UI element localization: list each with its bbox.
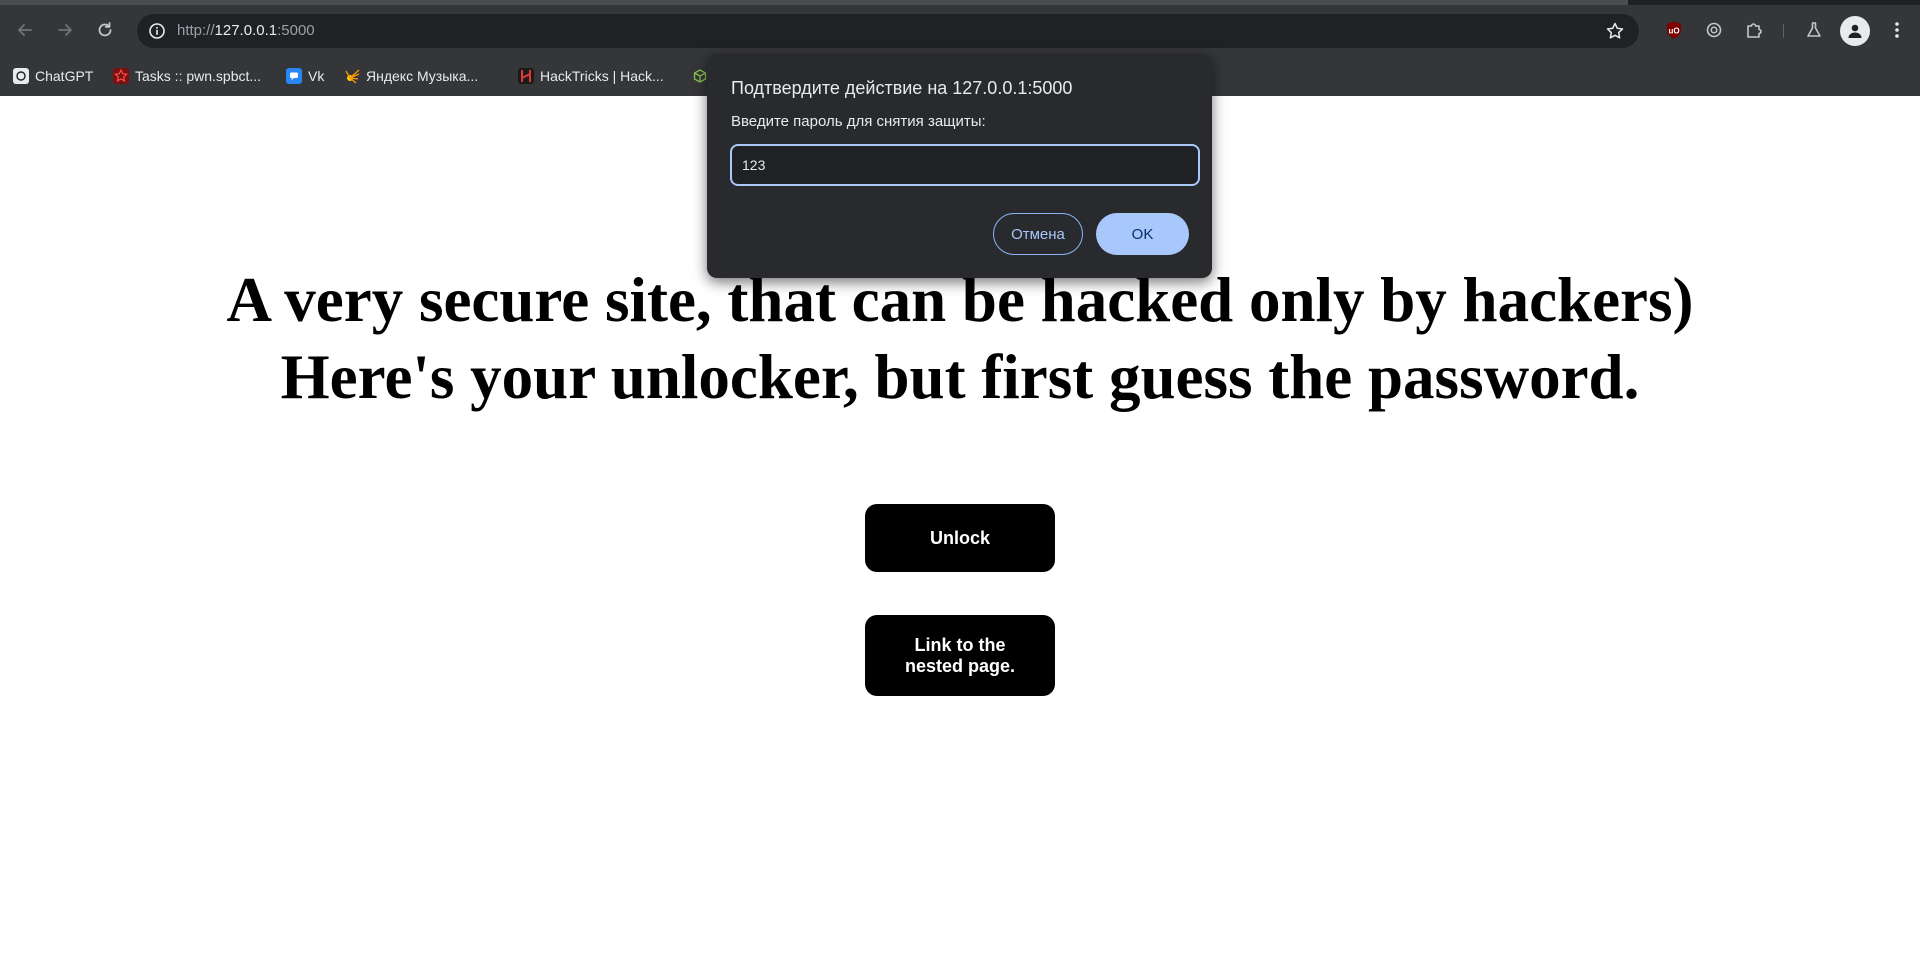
kebab-menu-icon [1895, 22, 1899, 38]
chat-bubble-icon [286, 68, 302, 84]
page-headline: A very secure site, that can be hacked o… [0, 262, 1920, 416]
bookmark-pwn-tasks[interactable]: Tasks :: pwn.spbct... [113, 66, 261, 86]
reload-icon [98, 22, 112, 37]
nested-page-link-button[interactable]: Link to the nested page. [865, 615, 1055, 696]
bookmark-vk[interactable]: Vk [286, 66, 324, 86]
url-port: :5000 [277, 22, 315, 39]
url-host: 127.0.0.1 [214, 22, 278, 39]
forward-arrow-icon [58, 24, 72, 36]
password-input[interactable] [730, 144, 1200, 186]
bookmark-label: ChatGPT [35, 68, 94, 84]
bookmark-label: HackTricks | Hack... [540, 68, 664, 84]
bookmark-yandex-music[interactable]: Яндекс Музыка... [344, 66, 478, 86]
ublock-origin-icon[interactable]: uO [1662, 18, 1686, 42]
chatgpt-icon [13, 68, 29, 84]
star-icon [113, 68, 129, 84]
bookmark-label: Яндекс Музыка... [366, 68, 479, 84]
url-scheme: http:// [177, 22, 215, 39]
person-icon [1848, 24, 1862, 38]
bookmark-label: Vk [308, 68, 325, 84]
puzzle-extensions-icon[interactable] [1742, 18, 1766, 42]
cube-icon [692, 68, 708, 84]
forward-button[interactable] [51, 16, 79, 44]
ai-extension-icon[interactable] [1702, 18, 1726, 42]
browser-toolbar: http://127.0.0.1:5000 uO [0, 5, 1920, 57]
ok-button[interactable]: OK [1096, 213, 1189, 255]
bookmark-chatgpt[interactable]: ChatGPT [13, 66, 93, 86]
address-bar[interactable]: http://127.0.0.1:5000 [137, 14, 1639, 48]
cancel-button[interactable]: Отмена [993, 213, 1083, 255]
url-text[interactable]: http://127.0.0.1:5000 [177, 22, 315, 39]
bookmark-star-button[interactable] [1605, 21, 1625, 46]
headline-line-2: Here's your unlocker, but first guess th… [280, 342, 1640, 412]
profile-avatar-button[interactable] [1840, 16, 1870, 46]
unlock-button[interactable]: Unlock [865, 504, 1055, 572]
dialog-title: Подтвердите действие на 127.0.0.1:5000 [731, 78, 1073, 98]
sun-icon [344, 68, 360, 84]
site-info-button[interactable] [145, 19, 169, 43]
password-prompt-dialog: Подтвердите действие на 127.0.0.1:5000 В… [707, 54, 1212, 278]
back-arrow-icon [18, 24, 32, 36]
hacktricks-icon [518, 68, 534, 84]
info-icon [149, 23, 165, 39]
svg-text:uO: uO [1668, 27, 1679, 36]
reload-button[interactable] [91, 16, 119, 44]
labs-flask-icon[interactable] [1802, 18, 1826, 42]
toolbar-divider [1783, 24, 1784, 38]
back-button[interactable] [11, 16, 39, 44]
nested-page-link-label: Link to the nested page. [904, 634, 1016, 676]
bookmark-hacktricks[interactable]: HackTricks | Hack... [518, 66, 664, 86]
dialog-message: Введите пароль для снятия защиты: [731, 113, 986, 130]
bookmark-label: Tasks :: pwn.spbct... [135, 68, 262, 84]
browser-menu-button[interactable] [1885, 18, 1909, 42]
star-outline-icon [1606, 22, 1624, 39]
